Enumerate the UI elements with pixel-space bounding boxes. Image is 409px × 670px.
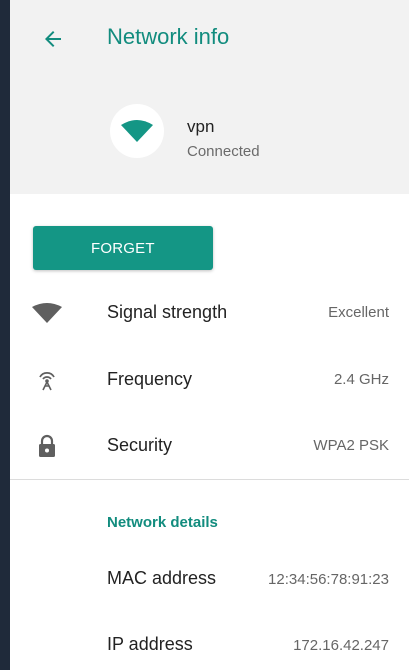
signal-strength-label: Signal strength xyxy=(107,302,228,322)
wifi-avatar xyxy=(110,104,164,158)
ip-address-value: 172.16.42.247 xyxy=(293,637,389,654)
network-info-screen: Network info vpn Connected FORGET Signal… xyxy=(10,0,409,670)
network-status: Connected xyxy=(187,143,260,160)
wifi-icon xyxy=(121,120,153,142)
info-row-security: Security WPA2 PSK xyxy=(10,421,409,471)
arrow-back-icon xyxy=(45,31,61,47)
info-row-frequency: Frequency 2.4 GHz xyxy=(10,355,409,405)
frequency-label: Frequency xyxy=(107,369,193,389)
info-row-signal-strength: Signal strength Excellent xyxy=(10,288,409,338)
signal-strength-value: Excellent xyxy=(328,304,389,321)
section-divider xyxy=(10,479,409,480)
signal-strength-icon xyxy=(32,301,62,325)
back-button[interactable] xyxy=(38,24,68,54)
mac-address-value: 12:34:56:78:91:23 xyxy=(268,571,389,588)
ip-address-label: IP address xyxy=(107,634,193,654)
network-details-heading: Network details xyxy=(107,514,218,531)
frequency-value: 2.4 GHz xyxy=(333,371,389,388)
frequency-antenna-icon xyxy=(32,368,62,392)
security-label: Security xyxy=(107,435,173,455)
mac-address-label: MAC address xyxy=(107,568,217,588)
network-header: Network info vpn Connected xyxy=(10,0,409,194)
page-title: Network info xyxy=(107,24,230,49)
forget-button[interactable]: FORGET xyxy=(33,226,213,270)
lock-icon xyxy=(32,434,62,458)
network-name: vpn xyxy=(187,117,215,136)
security-value: WPA2 PSK xyxy=(313,437,389,454)
